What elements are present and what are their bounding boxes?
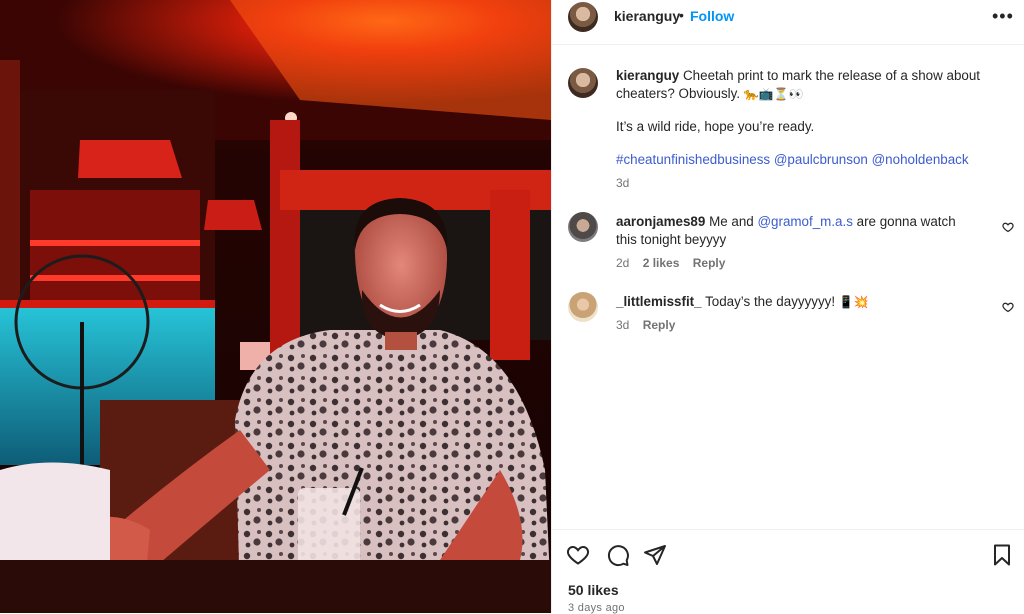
more-options-icon[interactable]: ••• [992, 6, 1014, 27]
reply-button[interactable]: Reply [693, 256, 726, 270]
commenter-username[interactable]: _littlemissfit_ [616, 294, 702, 309]
post-date: 3 days ago [568, 602, 625, 614]
like-comment-heart-icon[interactable] [1002, 301, 1014, 313]
photo-scene [0, 0, 551, 613]
share-send-icon[interactable] [643, 543, 667, 567]
comment-bubble-icon[interactable] [606, 543, 630, 567]
caption-text: kieranguy Cheetah print to mark the rele… [616, 67, 1001, 103]
mention-link[interactable]: @noholdenback [872, 152, 969, 167]
comment-age: 2d [616, 256, 630, 270]
post-header: kieranguy • Follow ••• [552, 0, 1024, 45]
comment-likes[interactable]: 2 likes [643, 256, 680, 270]
caption-username[interactable]: kieranguy [616, 68, 679, 83]
hashtag-link[interactable]: #cheatunfinishedbusiness [616, 152, 770, 167]
comment-body: Today’s the dayyyyyy! [705, 294, 836, 309]
author-avatar[interactable] [568, 2, 598, 32]
action-bar-divider [552, 529, 1024, 530]
commenter-username[interactable]: aaronjames89 [616, 214, 705, 229]
mention-link[interactable]: @gramof_m.a.s [757, 214, 852, 229]
comment-text: _littlemissfit_ Today’s the dayyyyyy! 📱💥 [616, 293, 966, 311]
reply-button[interactable]: Reply [643, 318, 676, 332]
save-bookmark-icon[interactable] [990, 543, 1014, 567]
post-photo[interactable] [0, 0, 551, 613]
commenter-avatar[interactable] [568, 292, 598, 322]
caption-tags: #cheatunfinishedbusiness @paulcbrunson @… [616, 152, 969, 167]
commenter-avatar[interactable] [568, 212, 598, 242]
like-comment-heart-icon[interactable] [1002, 221, 1014, 233]
caption-emojis: 🐆📺⏳👀 [743, 86, 804, 101]
mention-link[interactable]: @paulcbrunson [774, 152, 868, 167]
post-sidebar: kieranguy • Follow ••• kieranguy Cheetah… [551, 0, 1024, 614]
comment-age: 3d [616, 318, 630, 332]
like-heart-icon[interactable] [566, 543, 590, 567]
like-count[interactable]: 50 likes [568, 582, 619, 598]
comment-text: aaronjames89 Me and @gramof_m.a.s are go… [616, 213, 966, 249]
separator-dot: • [679, 7, 684, 23]
comment-meta: 3d Reply [616, 318, 675, 332]
author-username[interactable]: kieranguy [614, 8, 680, 24]
comment-emojis: 📱💥 [838, 295, 869, 309]
caption-age: 3d [616, 176, 630, 190]
follow-button[interactable]: Follow [690, 8, 734, 24]
comment-body: Me and [709, 214, 758, 229]
caption-avatar[interactable] [568, 68, 598, 98]
caption-line-2: It’s a wild ride, hope you’re ready. [616, 119, 815, 134]
comment-meta: 2d 2 likes Reply [616, 256, 725, 270]
